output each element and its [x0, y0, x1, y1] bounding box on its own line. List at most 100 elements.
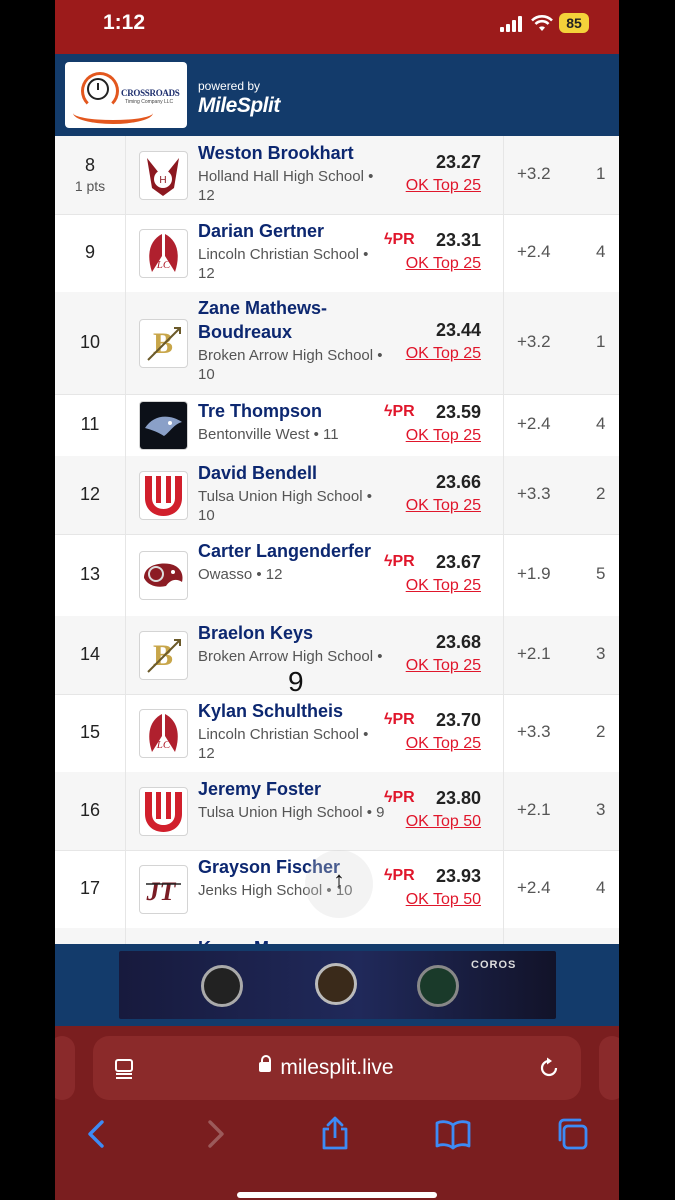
- wifi-icon: [531, 15, 553, 31]
- school-logo[interactable]: [139, 551, 188, 600]
- touch-overlay-digit: 9: [288, 666, 304, 697]
- result-row[interactable]: 13 Carter Langenderfer Owasso • 12 ϟPR 23.67…: [55, 534, 619, 617]
- state-rank-link[interactable]: OK Top 50: [406, 891, 481, 909]
- school-name: Holland Hall High School • 12: [198, 168, 374, 204]
- school-logo[interactable]: [139, 401, 188, 450]
- result-row[interactable]: 12 David Bendell Tulsa Union High School •…: [55, 456, 619, 535]
- result-row[interactable]: 9 LC Darian Gertner Lincoln Christian Schoo…: [55, 214, 619, 293]
- school-logo[interactable]: JT: [139, 865, 188, 914]
- place: 15: [79, 722, 101, 742]
- wind-reading: +3.3: [517, 484, 551, 503]
- mark-time: 23.80: [435, 788, 481, 808]
- url-text[interactable]: milesplit.live: [93, 1036, 581, 1100]
- powered-by-label: powered by: [198, 79, 261, 93]
- ad-banner: COROS: [55, 944, 619, 1026]
- result-row[interactable]: 10 B Zane Mathews-Boudreaux Broken Arrow Hi…: [55, 292, 619, 395]
- tabs-icon[interactable]: [553, 1114, 593, 1154]
- pr-badge: ϟPR: [384, 867, 415, 885]
- athlete-name-link[interactable]: Zane Mathews-Boudreaux: [198, 296, 383, 344]
- athlete-name-link[interactable]: Jeremy Foster: [198, 777, 383, 801]
- result-row[interactable]: Kyren Myers: [55, 928, 619, 944]
- athlete-name-link[interactable]: Carter Langenderfer: [198, 539, 383, 563]
- bookmarks-icon[interactable]: [433, 1114, 473, 1154]
- logo-name: CROSSROADS: [121, 88, 180, 98]
- athlete-name-link[interactable]: Weston Brookhart: [198, 141, 383, 165]
- heat-number: 2: [596, 722, 606, 741]
- result-row[interactable]: 16 Jeremy Foster Tulsa Union High School •…: [55, 772, 619, 851]
- coros-ad[interactable]: COROS: [119, 951, 556, 1019]
- result-row[interactable]: 11 Tre Thompson Bentonville West • 11 ϟPR 23…: [55, 394, 619, 457]
- mark-time: 23.59: [435, 402, 481, 422]
- heat-number: 1: [596, 332, 606, 351]
- home-indicator: [237, 1192, 437, 1198]
- athlete-name-link[interactable]: Kyren Myers: [198, 936, 383, 944]
- state-rank-link[interactable]: OK Top 50: [406, 813, 481, 831]
- school-logo[interactable]: B: [139, 319, 188, 368]
- school-name: Lincoln Christian School • 12: [198, 726, 369, 762]
- svg-text:B: B: [153, 327, 173, 360]
- result-row[interactable]: 8 1 pts H Weston Brookhart Holland Hall High…: [55, 136, 619, 215]
- athlete-name-link[interactable]: Braelon Keys: [198, 621, 383, 645]
- mark-time: 23.68: [435, 632, 481, 652]
- state-rank-link[interactable]: OK Top 25: [406, 255, 481, 273]
- next-tab-preview[interactable]: [599, 1036, 619, 1100]
- school-logo[interactable]: LC: [139, 229, 188, 278]
- milesplit-logo[interactable]: MileSplit: [198, 94, 280, 118]
- battery-indicator: 85: [559, 13, 589, 33]
- reload-icon[interactable]: [537, 1056, 561, 1080]
- place: 17: [79, 878, 101, 898]
- athlete-name-link[interactable]: Darian Gertner: [198, 219, 383, 243]
- wind-reading: +2.4: [517, 242, 551, 261]
- athlete-name-link[interactable]: Tre Thompson: [198, 399, 383, 423]
- mark-time: 23.93: [435, 866, 481, 886]
- place: 14: [79, 644, 101, 664]
- status-bar: 1:12 85: [55, 0, 619, 54]
- result-row[interactable]: 15 LC Kylan Schultheis Lincoln Christian Sc…: [55, 694, 619, 773]
- state-rank-link[interactable]: OK Top 25: [406, 735, 481, 753]
- svg-text:LC: LC: [156, 259, 171, 271]
- school-logo[interactable]: LC: [139, 709, 188, 758]
- svg-text:JT: JT: [146, 877, 177, 906]
- back-icon[interactable]: [77, 1114, 117, 1154]
- result-row[interactable]: 14 B Braelon Keys Broken Arrow High School …: [55, 616, 619, 695]
- clock: 1:12: [103, 11, 146, 34]
- heat-number: 2: [596, 484, 606, 503]
- school-logo[interactable]: B: [139, 631, 188, 680]
- state-rank-link[interactable]: OK Top 25: [406, 497, 481, 515]
- school-logo[interactable]: [139, 471, 188, 520]
- scroll-to-top-button[interactable]: ↑: [305, 850, 373, 918]
- school-name: Tulsa Union High School • 10: [198, 488, 372, 524]
- mark-time: 23.66: [435, 472, 481, 492]
- heat-number: 3: [596, 800, 606, 819]
- heat-number: 3: [596, 644, 606, 663]
- athlete-name-link[interactable]: David Bendell: [198, 461, 383, 485]
- wind-reading: +3.2: [517, 164, 551, 183]
- athlete-name-link[interactable]: Kylan Schultheis: [198, 699, 383, 723]
- heat-number: 4: [596, 414, 606, 433]
- pr-badge: ϟPR: [384, 231, 415, 249]
- mark-time: 23.70: [435, 710, 481, 730]
- state-rank-link[interactable]: OK Top 25: [406, 177, 481, 195]
- forward-icon[interactable]: [195, 1114, 235, 1154]
- state-rank-link[interactable]: OK Top 25: [406, 427, 481, 445]
- state-rank-link[interactable]: OK Top 25: [406, 657, 481, 675]
- pr-label: PR: [392, 867, 415, 884]
- results-table: 8 1 pts H Weston Brookhart Holland Hall High…: [55, 136, 619, 944]
- state-rank-link[interactable]: OK Top 25: [406, 577, 481, 595]
- place: 9: [84, 242, 95, 262]
- previous-tab-preview[interactable]: [55, 1036, 75, 1100]
- place: 16: [79, 800, 101, 820]
- state-rank-link[interactable]: OK Top 25: [406, 345, 481, 363]
- crossroads-timing-logo[interactable]: CROSSROADS Timing Company LLC: [65, 62, 187, 128]
- svg-text:LC: LC: [156, 739, 171, 751]
- share-icon[interactable]: [315, 1114, 355, 1154]
- place: 12: [79, 484, 101, 504]
- svg-text:H: H: [159, 175, 166, 186]
- phone-screen: 1:12 85 CROSSROADS Timing Company LLC po…: [55, 0, 619, 1200]
- logo-subtitle: Timing Company LLC: [125, 99, 174, 105]
- address-bar[interactable]: milesplit.live: [93, 1036, 581, 1100]
- place: 8: [84, 155, 95, 175]
- team-points: 1 pts: [74, 178, 106, 194]
- school-logo[interactable]: H: [139, 151, 188, 200]
- school-logo[interactable]: [139, 787, 188, 836]
